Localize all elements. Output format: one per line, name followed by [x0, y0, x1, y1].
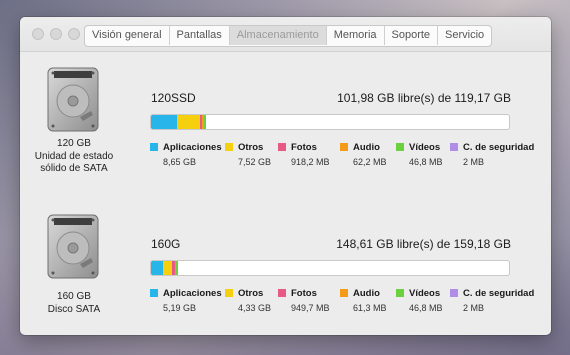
usage-segment-aplicaciones	[151, 261, 163, 275]
drive-type-line1: Disco SATA	[47, 303, 101, 315]
tab-displays[interactable]: Pantallas	[170, 26, 230, 45]
tab-overview[interactable]: Visión general	[85, 26, 170, 45]
legend-category: Aplicaciones	[163, 142, 222, 153]
legend-swatch	[278, 143, 286, 151]
legend-category: Otros	[238, 288, 264, 299]
minimize-button[interactable]	[50, 28, 62, 40]
drive-panel-1: 120 GB Unidad de estado sólido de SATA 1…	[20, 51, 551, 201]
legend-category: Vídeos	[409, 142, 441, 153]
drive-size-label: 120 GB	[57, 138, 91, 149]
drive-capacity: 148,61 GB libre(s) de 159,18 GB	[336, 237, 511, 251]
legend-swatch	[225, 143, 233, 151]
tab-memory[interactable]: Memoria	[327, 26, 385, 45]
legend-size: 5,19 GB	[163, 303, 197, 313]
legend-swatch	[340, 143, 348, 151]
legend-swatch	[450, 143, 458, 151]
tab-service[interactable]: Servicio	[438, 26, 491, 45]
usage-segment-aplicaciones	[151, 115, 177, 129]
legend-swatch	[150, 143, 158, 151]
drive-panel-2: 160 GB Disco SATA 160G 148,61 GB libre(s…	[20, 193, 551, 335]
legend-size: 8,65 GB	[163, 157, 197, 167]
drive-type-line2: sólido de SATA	[40, 163, 108, 174]
legend-size: 2 MB	[463, 303, 485, 313]
tab-storage[interactable]: Almacenamiento	[229, 26, 327, 45]
drive-name: 120SSD	[151, 91, 196, 105]
legend-category: Audio	[353, 142, 380, 153]
legend-category: Audio	[353, 288, 380, 299]
usage-segment-c-de-seguridad	[176, 261, 179, 275]
tab-support[interactable]: Soporte	[385, 26, 439, 45]
storage-usage-bar	[150, 114, 510, 130]
legend-category: Fotos	[291, 142, 317, 153]
legend-swatch	[278, 289, 286, 297]
close-button[interactable]	[32, 28, 44, 40]
window-titlebar: Visión general Pantallas Almacenamiento …	[20, 17, 551, 52]
legend-size: 949,7 MB	[291, 303, 330, 313]
zoom-button[interactable]	[68, 28, 80, 40]
hard-drive-icon	[47, 67, 99, 132]
drive-description: 120 GB Unidad de estado sólido de SATA	[24, 138, 124, 176]
legend-category: C. de seguridad	[463, 142, 535, 153]
legend-swatch	[150, 289, 158, 297]
legend-swatch	[396, 143, 404, 151]
legend-category: Aplicaciones	[163, 288, 222, 299]
legend-category: Otros	[238, 142, 264, 153]
legend-size: 4,33 GB	[238, 303, 272, 313]
legend-size: 62,2 MB	[353, 157, 387, 167]
legend-size: 46,8 MB	[409, 157, 443, 167]
usage-segment-otros	[176, 115, 200, 129]
legend-category: Fotos	[291, 288, 317, 299]
legend-size: 46,8 MB	[409, 303, 443, 313]
about-this-mac-window: Visión general Pantallas Almacenamiento …	[20, 17, 551, 335]
legend-size: 7,52 GB	[238, 157, 272, 167]
usage-segment-otros	[162, 261, 173, 275]
hard-drive-icon	[47, 214, 99, 279]
legend-size: 2 MB	[463, 157, 485, 167]
legend-size: 61,3 MB	[353, 303, 387, 313]
usage-segment-c-de-seguridad	[204, 115, 206, 129]
drive-name: 160G	[151, 237, 181, 251]
legend-swatch	[340, 289, 348, 297]
legend-size: 918,2 MB	[291, 157, 330, 167]
tab-bar: Visión general Pantallas Almacenamiento …	[84, 25, 493, 47]
legend-swatch	[396, 289, 404, 297]
drive-description: 160 GB Disco SATA	[24, 291, 124, 316]
drive-size-label: 160 GB	[57, 291, 91, 302]
legend-category: C. de seguridad	[463, 288, 535, 299]
legend-swatch	[450, 289, 458, 297]
legend-swatch	[225, 289, 233, 297]
drive-capacity: 101,98 GB libre(s) de 119,17 GB	[337, 91, 511, 105]
drive-type-line1: Unidad de estado	[34, 150, 114, 162]
storage-usage-bar	[150, 260, 510, 276]
legend-category: Vídeos	[409, 288, 441, 299]
